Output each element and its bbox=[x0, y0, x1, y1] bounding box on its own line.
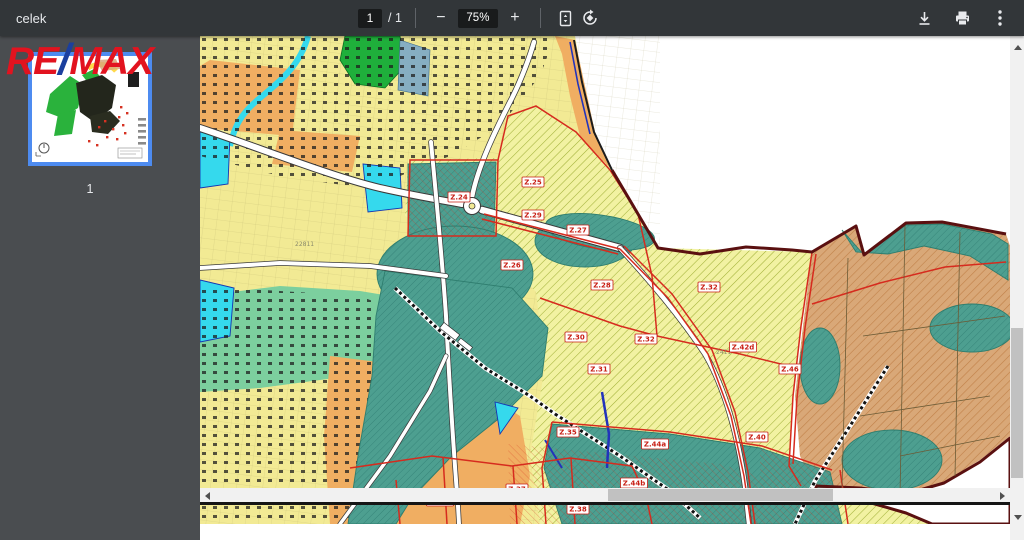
svg-text:Z.32: Z.32 bbox=[637, 336, 655, 344]
svg-text:Z.26: Z.26 bbox=[503, 262, 521, 270]
scroll-right-icon[interactable] bbox=[1000, 492, 1005, 500]
horizontal-scrollbar[interactable] bbox=[200, 488, 1010, 502]
remax-logo: RE/MAX bbox=[6, 38, 153, 82]
svg-text:Z.29: Z.29 bbox=[524, 212, 542, 220]
zone-label: Z.32 bbox=[698, 282, 720, 292]
zone-label: Z.44b bbox=[621, 478, 648, 488]
zone-label: Z.27 bbox=[567, 225, 589, 235]
zone-label: Z.32 bbox=[635, 334, 657, 344]
zone-label: Z.24 bbox=[448, 192, 470, 202]
svg-text:Z.42d: Z.42d bbox=[732, 344, 755, 352]
thumbnail-page-number: 1 bbox=[28, 182, 152, 196]
svg-text:22811: 22811 bbox=[295, 241, 314, 248]
zoom-in-button[interactable]: + bbox=[503, 4, 527, 32]
logo-slash: / bbox=[58, 35, 69, 84]
fit-page-icon bbox=[557, 10, 574, 27]
logo-re: RE bbox=[6, 40, 58, 83]
pdf-viewport: 228112411 Z.24Z.25Z.29Z.27Z.26Z.28Z.32Z.… bbox=[200, 36, 1024, 540]
vertical-scrollbar[interactable] bbox=[1010, 36, 1024, 540]
svg-text:Z.38: Z.38 bbox=[569, 506, 587, 514]
zoom-level-display: 75% bbox=[458, 9, 498, 28]
scroll-up-icon[interactable] bbox=[1014, 45, 1022, 50]
more-options-button[interactable] bbox=[988, 4, 1012, 32]
zoom-out-button[interactable]: − bbox=[429, 4, 453, 32]
zone-label: Z.31 bbox=[588, 364, 610, 374]
svg-text:Z.40: Z.40 bbox=[748, 434, 766, 442]
svg-text:Z.25: Z.25 bbox=[524, 179, 542, 187]
page-edge bbox=[200, 502, 1010, 505]
pdf-viewer-window: celek / 1 − 75% + bbox=[0, 0, 1024, 540]
zone-label: Z.35 bbox=[557, 427, 579, 437]
horizontal-scroll-thumb[interactable] bbox=[608, 489, 833, 501]
svg-text:Z.28: Z.28 bbox=[593, 282, 611, 290]
svg-text:Z.46: Z.46 bbox=[781, 366, 799, 374]
zoning-map-page[interactable]: 228112411 Z.24Z.25Z.29Z.27Z.26Z.28Z.32Z.… bbox=[200, 36, 1010, 524]
kebab-menu-icon bbox=[998, 9, 1002, 27]
logo-max: MAX bbox=[69, 40, 153, 83]
zone-label: Z.40 bbox=[746, 432, 768, 442]
svg-text:Z.44a: Z.44a bbox=[644, 441, 666, 449]
svg-text:Z.32: Z.32 bbox=[700, 284, 718, 292]
svg-text:Z.24: Z.24 bbox=[450, 194, 468, 202]
print-button[interactable] bbox=[950, 4, 974, 32]
rotate-icon bbox=[581, 9, 599, 27]
zone-label: Z.26 bbox=[501, 260, 523, 270]
fit-page-button[interactable] bbox=[554, 4, 578, 32]
svg-text:Z.35: Z.35 bbox=[559, 429, 577, 437]
toolbar-separator bbox=[415, 8, 416, 28]
toolbar-separator bbox=[540, 8, 541, 28]
scroll-down-icon[interactable] bbox=[1014, 515, 1022, 520]
vertical-scroll-thumb[interactable] bbox=[1011, 328, 1023, 478]
print-icon bbox=[954, 10, 971, 27]
download-button[interactable] bbox=[912, 4, 936, 32]
zone-label: Z.38 bbox=[567, 504, 589, 514]
svg-text:Z.27: Z.27 bbox=[569, 227, 587, 235]
rotate-button[interactable] bbox=[578, 4, 602, 32]
zone-label: Z.29 bbox=[522, 210, 544, 220]
zone-label: Z.28 bbox=[591, 280, 613, 290]
svg-text:Z.31: Z.31 bbox=[590, 366, 608, 374]
scroll-left-icon[interactable] bbox=[205, 492, 210, 500]
zone-label: Z.46 bbox=[779, 364, 801, 374]
thumbnail-panel: 1 bbox=[0, 36, 200, 540]
zone-label: Z.44a bbox=[642, 439, 669, 449]
zone-label: Z.42d bbox=[730, 342, 757, 352]
document-title: celek bbox=[16, 11, 46, 26]
page-number-input[interactable] bbox=[358, 9, 382, 28]
svg-text:Z.44b: Z.44b bbox=[623, 480, 646, 488]
zone-label: Z.30 bbox=[565, 332, 587, 342]
svg-text:Z.30: Z.30 bbox=[567, 334, 585, 342]
download-icon bbox=[916, 10, 933, 27]
page-count: / 1 bbox=[388, 11, 402, 25]
zone-label: Z.25 bbox=[522, 177, 544, 187]
scrollbar-corner bbox=[1010, 524, 1024, 540]
pdf-toolbar: celek / 1 − 75% + bbox=[0, 0, 1024, 36]
